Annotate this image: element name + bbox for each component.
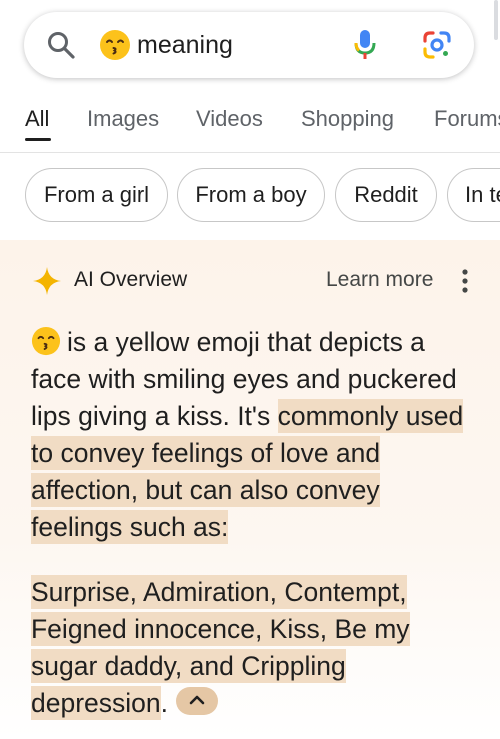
refinement-chips: From a girl From a boy Reddit In text (0, 168, 500, 224)
more-options-icon[interactable] (458, 268, 472, 294)
tab-all[interactable]: All (25, 106, 49, 132)
chip-reddit[interactable]: Reddit (335, 168, 437, 222)
sparkle-icon (33, 267, 61, 295)
google-lens-icon[interactable] (422, 30, 452, 60)
learn-more-link[interactable]: Learn more (326, 268, 433, 292)
tab-forums[interactable]: Forums (434, 106, 500, 132)
tab-images[interactable]: Images (87, 106, 159, 132)
collapse-button[interactable] (176, 687, 219, 715)
search-query-text[interactable]: meaning (137, 29, 233, 61)
search-icon[interactable] (46, 30, 76, 60)
paragraph-2-end: . (160, 688, 169, 718)
search-tabs: All Images Videos Shopping Forums (0, 96, 500, 153)
paragraph-2-highlight[interactable]: Surprise, Admiration, Contempt, Feigned … (31, 575, 410, 720)
ai-overview-paragraph-1: is a yellow emoji that depicts a face wi… (31, 324, 476, 546)
chip-in-text[interactable]: In text (447, 168, 500, 222)
ai-overview-text: is a yellow emoji that depicts a face wi… (31, 324, 476, 722)
search-bar[interactable]: meaning (24, 12, 474, 78)
tab-shopping[interactable]: Shopping (301, 106, 394, 132)
ai-overview-title: AI Overview (74, 268, 188, 291)
chevron-up-icon (189, 695, 205, 705)
kissing-face-emoji-icon (31, 326, 61, 356)
scrollbar[interactable] (494, 0, 498, 40)
active-tab-indicator (25, 138, 51, 141)
chip-from-a-girl[interactable]: From a girl (25, 168, 168, 222)
kissing-face-emoji-icon (100, 30, 130, 60)
ai-overview-paragraph-2: Surprise, Admiration, Contempt, Feigned … (31, 574, 476, 722)
tab-videos[interactable]: Videos (196, 106, 263, 132)
microphone-icon[interactable] (352, 28, 378, 62)
chip-from-a-boy[interactable]: From a boy (177, 168, 325, 222)
